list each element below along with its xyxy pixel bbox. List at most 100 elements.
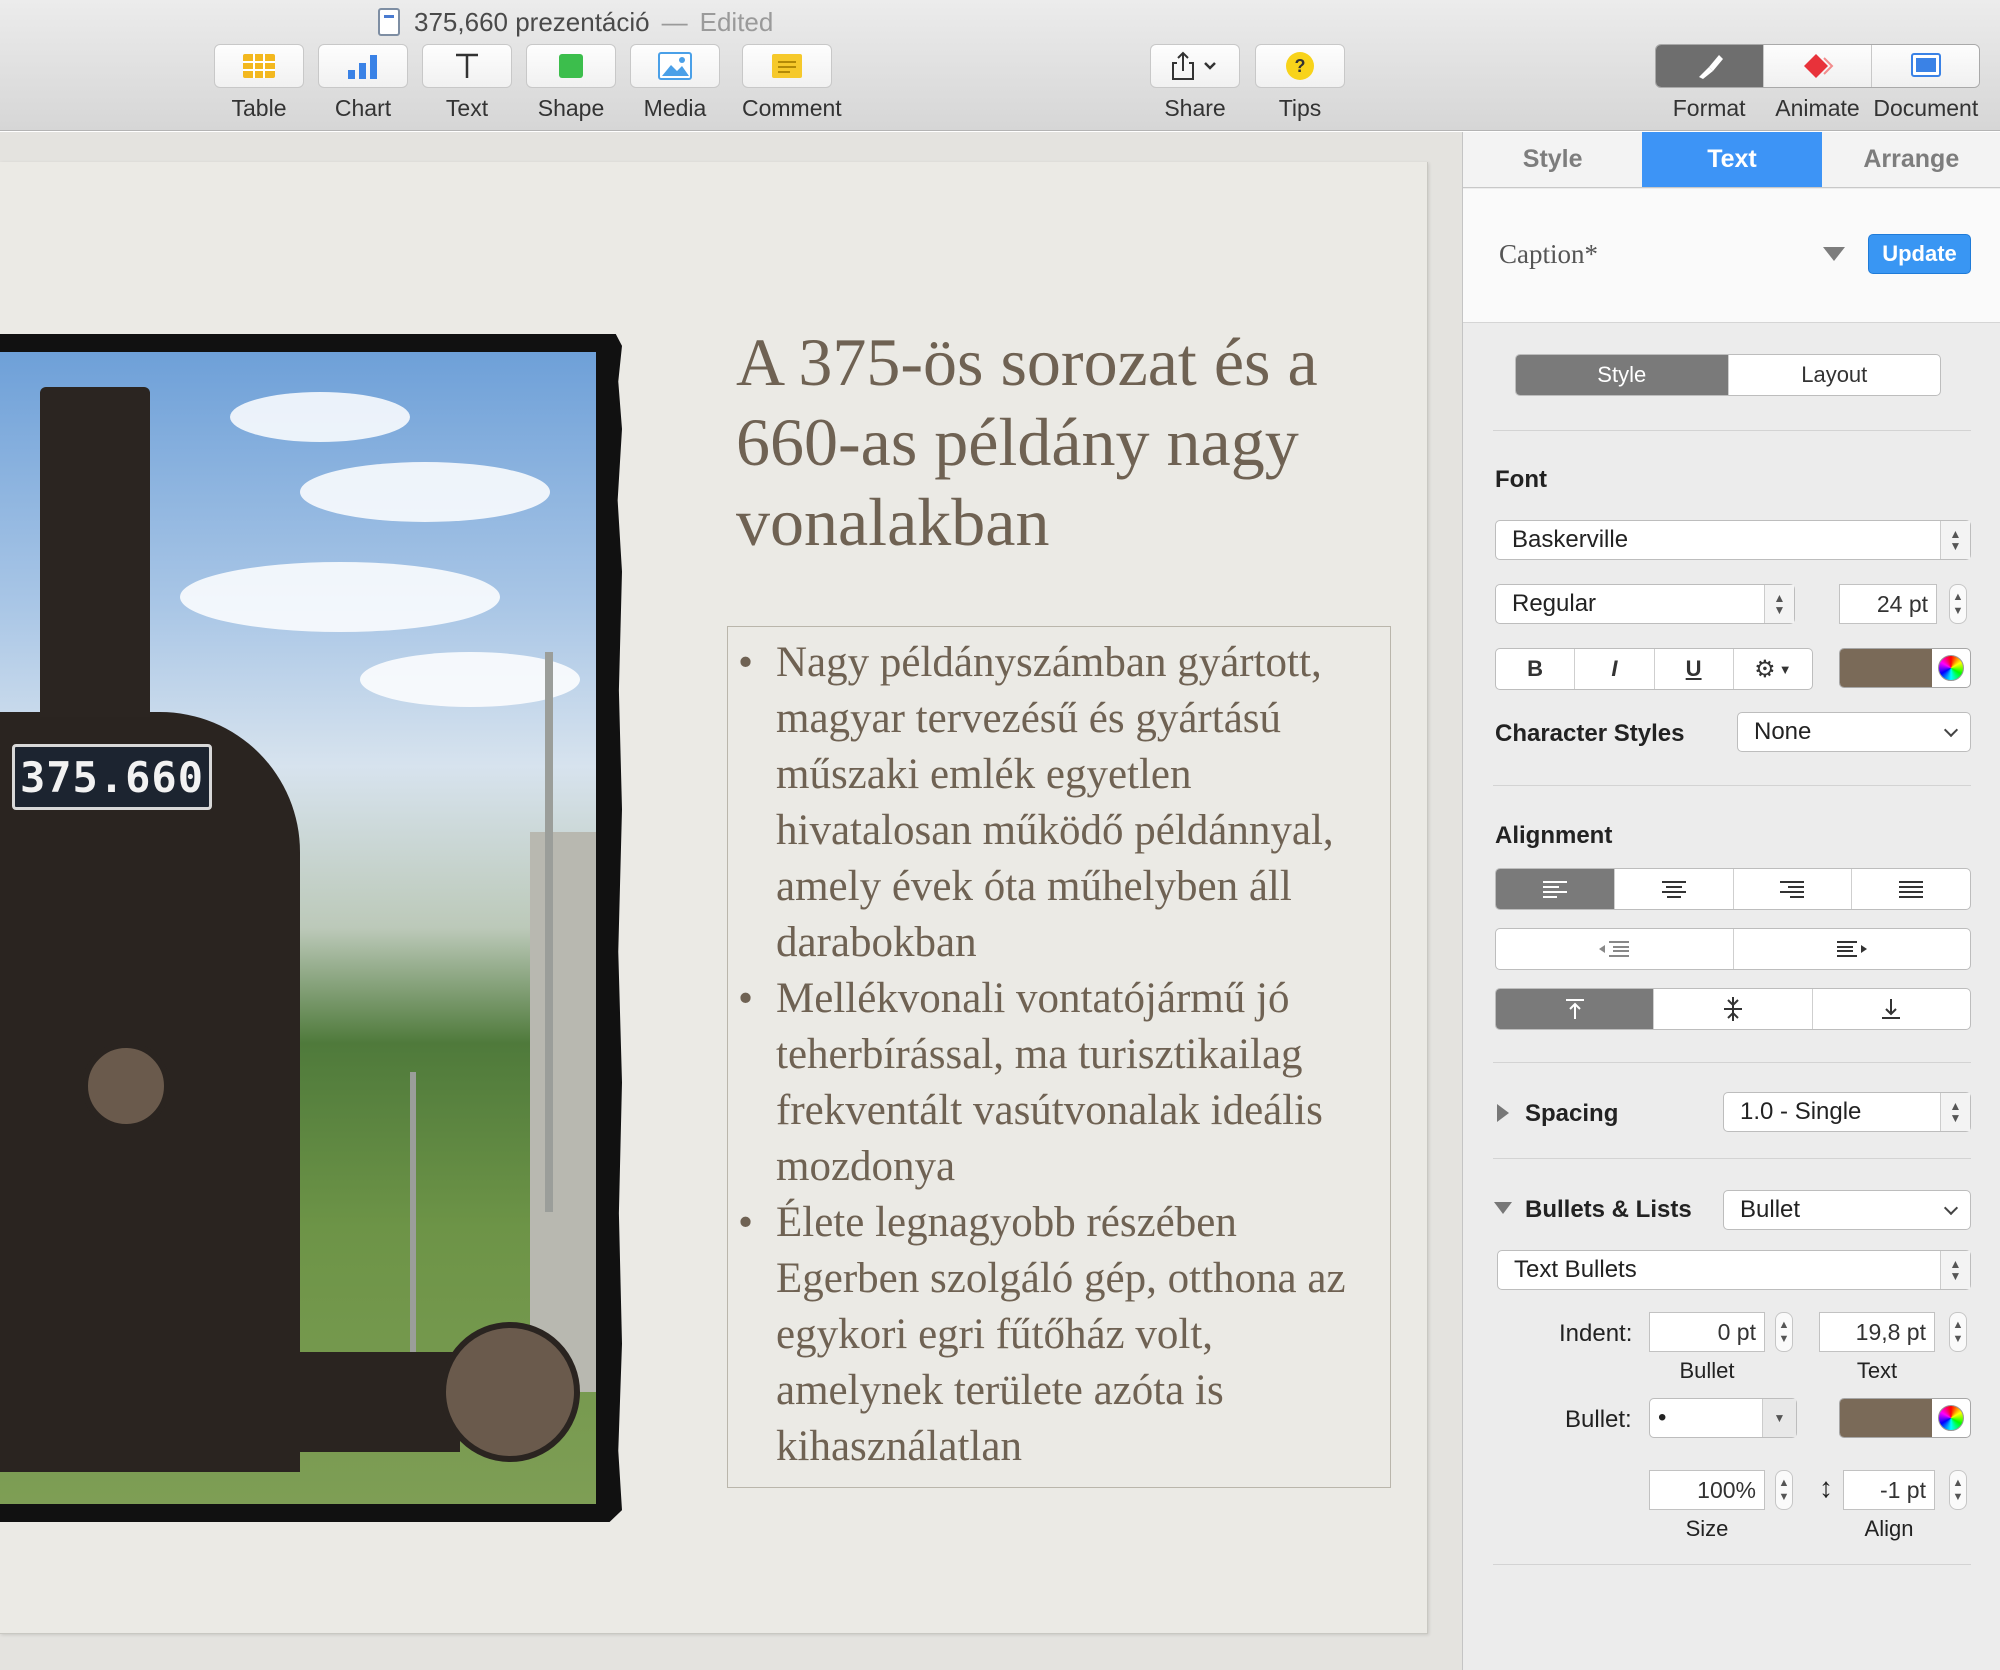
decrease-indent-icon [1599, 941, 1630, 957]
animate-label: Animate [1775, 95, 1860, 121]
bullet-color-swatch[interactable] [1840, 1399, 1932, 1437]
tab-text[interactable]: Text [1642, 132, 1822, 187]
align-justify-button[interactable] [1851, 869, 1970, 909]
font-size-stepper[interactable]: ▲ ▼ [1949, 584, 1967, 624]
divider [1493, 785, 1971, 786]
text-color-swatch[interactable] [1840, 649, 1932, 687]
cloud [230, 392, 410, 442]
text-button[interactable] [422, 44, 512, 88]
comment-toolbar-item[interactable]: Comment [742, 44, 842, 122]
popup-arrows-icon: ▲ ▼ [1940, 521, 1970, 559]
text-label: Text [445, 95, 489, 121]
bullet-size-stepper[interactable]: ▲ ▼ [1775, 1470, 1793, 1510]
slide[interactable]: 375.660 A 375-ös sorozat és a 660-as pél… [0, 162, 1428, 1634]
advanced-options-button[interactable]: ⚙ ▼ [1732, 649, 1812, 689]
tab-arrange[interactable]: Arrange [1822, 132, 2000, 187]
format-button[interactable] [1656, 45, 1763, 87]
bullets-type-popup[interactable]: Bullet [1723, 1190, 1971, 1230]
chart-button[interactable] [318, 44, 408, 88]
text-indent-field[interactable]: 19,8 pt [1819, 1312, 1935, 1352]
popup-arrows-icon: ▲ ▼ [1940, 1093, 1970, 1131]
inspector-tabs: Style Text Arrange [1463, 132, 2000, 188]
lamp-pole [545, 652, 553, 1212]
media-icon [658, 52, 692, 80]
align-left-icon [1542, 880, 1567, 898]
align-left-button[interactable] [1496, 869, 1614, 909]
shape-icon [559, 54, 583, 78]
bullet-indent-field[interactable]: 0 pt [1649, 1312, 1765, 1352]
italic-button[interactable]: I [1574, 649, 1653, 689]
bullet-list[interactable]: Nagy példányszámban gyártott, magyar ter… [728, 627, 1390, 1475]
color-picker-button[interactable] [1932, 649, 1970, 687]
text-color-well[interactable] [1839, 648, 1971, 688]
update-style-button[interactable]: Update [1868, 234, 1971, 274]
bullet-indent-stepper[interactable]: ▲ ▼ [1775, 1312, 1793, 1352]
slide-canvas[interactable]: 375.660 A 375-ös sorozat és a 660-as pél… [0, 132, 1462, 1670]
table-toolbar-item[interactable]: Table [214, 44, 304, 122]
shape-toolbar-item[interactable]: Shape [526, 44, 616, 122]
bullet-size-field[interactable]: 100% [1649, 1470, 1765, 1510]
cloud [300, 462, 550, 522]
bold-button[interactable]: B [1496, 649, 1574, 689]
slide-title[interactable]: A 375-ös sorozat és a 660-as példány nag… [736, 322, 1376, 562]
tips-label: Tips [1278, 95, 1322, 121]
media-toolbar-item[interactable]: Media [630, 44, 720, 122]
character-styles-label: Character Styles [1495, 720, 1685, 747]
increase-indent-button[interactable] [1732, 929, 1971, 969]
bullets-disclosure-icon[interactable] [1494, 1202, 1512, 1214]
document-button[interactable] [1871, 45, 1979, 87]
media-button[interactable] [630, 44, 720, 88]
animate-button[interactable] [1763, 45, 1871, 87]
shape-button[interactable] [526, 44, 616, 88]
bullet-item[interactable]: Élete legnagyobb részében Egerben szolgá… [738, 1195, 1380, 1475]
bullet-item[interactable]: Nagy példányszámban gyártott, magyar ter… [738, 635, 1380, 971]
subtab-layout[interactable]: Layout [1727, 355, 1941, 395]
text-toolbar-item[interactable]: Text [422, 44, 512, 122]
gear-icon: ⚙ [1754, 655, 1776, 683]
spacing-disclosure-icon[interactable] [1497, 1104, 1509, 1122]
font-size-field[interactable]: 24 pt [1839, 584, 1937, 624]
subtab-style[interactable]: Style [1516, 355, 1728, 395]
text-indent-stepper[interactable]: ▲ ▼ [1949, 1312, 1967, 1352]
align-bottom-button[interactable] [1811, 989, 1970, 1029]
comment-button[interactable] [742, 44, 832, 88]
align-center-button[interactable] [1613, 869, 1733, 909]
tab-style[interactable]: Style [1463, 132, 1642, 187]
bullet-color-well[interactable] [1839, 1398, 1971, 1438]
share-button[interactable] [1150, 44, 1240, 88]
paragraph-style-name[interactable]: Caption* [1499, 239, 1598, 270]
typeface-popup[interactable]: Regular ▲ ▼ [1495, 584, 1795, 624]
chart-icon [348, 55, 377, 79]
bullet-char-value: • [1658, 1404, 1667, 1431]
paragraph-style-dropdown-icon[interactable] [1823, 247, 1845, 261]
bullet-align-field[interactable]: -1 pt [1843, 1470, 1935, 1510]
align-justify-icon [1899, 880, 1924, 898]
spacing-popup[interactable]: 1.0 - Single ▲ ▼ [1723, 1092, 1971, 1132]
slide-body-textbox[interactable]: Nagy példányszámban gyártott, magyar ter… [727, 626, 1391, 1488]
bullet-color-picker-button[interactable] [1932, 1399, 1970, 1437]
smokebox-door-handle [82, 1042, 170, 1130]
align-top-button[interactable] [1496, 989, 1654, 1029]
align-bottom-icon [1882, 999, 1901, 1019]
tips-toolbar-item[interactable]: ? Tips [1255, 44, 1345, 122]
chart-toolbar-item[interactable]: Chart [318, 44, 408, 122]
bullet-align-stepper[interactable]: ▲ ▼ [1949, 1470, 1967, 1510]
format-paintbrush-icon [1698, 55, 1723, 79]
character-styles-popup[interactable]: None [1737, 712, 1971, 752]
decrease-indent-button[interactable] [1496, 929, 1733, 969]
bullet-style-popup[interactable]: Text Bullets ▲ ▼ [1497, 1250, 1971, 1290]
font-family-popup[interactable]: Baskerville ▲ ▼ [1495, 520, 1971, 560]
photo-frame[interactable]: 375.660 [0, 334, 622, 1522]
table-button[interactable] [214, 44, 304, 88]
align-middle-icon [1723, 997, 1742, 1021]
align-middle-button[interactable] [1653, 989, 1811, 1029]
indent-label: Indent: [1559, 1320, 1633, 1347]
bullet-char-popup[interactable]: • ▼ [1649, 1398, 1797, 1438]
underline-button[interactable]: U [1653, 649, 1733, 689]
bullet-item[interactable]: Mellékvonali vontatójármű jó teherbíráss… [738, 971, 1380, 1195]
share-toolbar-item[interactable]: Share [1150, 44, 1240, 122]
font-family-value: Baskerville [1512, 526, 1629, 553]
align-right-button[interactable] [1732, 869, 1852, 909]
locomotive-photo[interactable]: 375.660 [0, 352, 596, 1504]
tips-button[interactable]: ? [1255, 44, 1345, 88]
